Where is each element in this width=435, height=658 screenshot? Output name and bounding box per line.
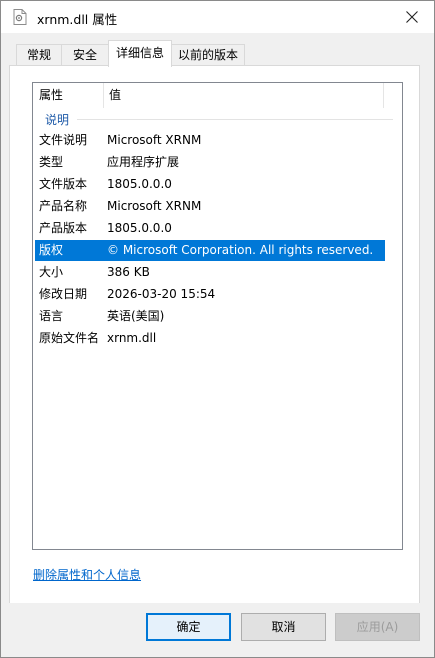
property-name: 语言	[39, 309, 64, 323]
table-row[interactable]: 文件说明 Microsoft XRNM	[35, 130, 385, 151]
property-value: 1805.0.0.0	[107, 221, 172, 235]
property-name: 类型	[39, 155, 64, 169]
tab-general[interactable]: 常规	[16, 44, 62, 66]
table-row[interactable]: 类型 应用程序扩展	[35, 152, 385, 173]
properties-window: xrnm.dll 属性 常规 安全 详细信息 以前的版本 属性 值 说明 文件说…	[0, 0, 435, 658]
title-bar[interactable]: xrnm.dll 属性	[1, 1, 434, 33]
tab-details[interactable]: 详细信息	[108, 40, 172, 67]
tab-strip: 常规 安全 详细信息 以前的版本	[1, 33, 434, 67]
property-value: © Microsoft Corporation. All rights rese…	[107, 243, 374, 257]
window-title: xrnm.dll 属性	[37, 12, 118, 27]
table-row[interactable]: 语言 英语(美国)	[35, 306, 385, 327]
property-value: 英语(美国)	[107, 309, 165, 323]
property-value: xrnm.dll	[107, 331, 157, 345]
column-header-property[interactable]: 属性	[39, 83, 63, 108]
table-row[interactable]: 大小 386 KB	[35, 262, 385, 283]
details-list[interactable]: 属性 值 说明 文件说明 Microsoft XRNM 类型 应用程序扩展 文件…	[32, 82, 403, 550]
remove-properties-link[interactable]: 删除属性和个人信息	[33, 566, 141, 583]
cancel-button[interactable]: 取消	[241, 613, 326, 641]
button-bar: 确定 取消 应用(A)	[1, 603, 434, 657]
group-divider	[77, 119, 393, 120]
property-value: 386 KB	[107, 265, 150, 279]
tab-security[interactable]: 安全	[61, 44, 109, 66]
property-value: 2026-03-20 15:54	[107, 287, 216, 301]
table-row[interactable]: 原始文件名 xrnm.dll	[35, 328, 385, 349]
column-divider[interactable]	[383, 83, 384, 108]
close-button[interactable]	[390, 1, 434, 33]
table-row[interactable]: 文件版本 1805.0.0.0	[35, 174, 385, 195]
apply-button[interactable]: 应用(A)	[335, 613, 420, 641]
close-icon	[406, 11, 418, 23]
property-name: 产品版本	[39, 221, 88, 235]
property-value: Microsoft XRNM	[107, 133, 202, 147]
details-panel: 属性 值 说明 文件说明 Microsoft XRNM 类型 应用程序扩展 文件…	[9, 65, 420, 604]
property-name: 产品名称	[39, 199, 88, 213]
file-icon	[13, 9, 27, 25]
table-row[interactable]: 修改日期 2026-03-20 15:54	[35, 284, 385, 305]
ok-button[interactable]: 确定	[146, 613, 231, 641]
table-row[interactable]: 产品版本 1805.0.0.0	[35, 218, 385, 239]
property-name: 修改日期	[39, 287, 88, 301]
column-header-value[interactable]: 值	[109, 83, 121, 108]
property-value: 1805.0.0.0	[107, 177, 172, 191]
property-name: 文件版本	[39, 177, 88, 191]
property-name: 原始文件名	[39, 331, 100, 345]
tab-previous-versions[interactable]: 以前的版本	[171, 44, 245, 66]
property-value: Microsoft XRNM	[107, 199, 202, 213]
property-name: 大小	[39, 265, 64, 279]
property-value: 应用程序扩展	[107, 155, 180, 169]
property-name: 文件说明	[39, 133, 88, 147]
property-name: 版权	[39, 243, 64, 257]
table-row-selected[interactable]: 版权 © Microsoft Corporation. All rights r…	[35, 240, 385, 261]
list-header: 属性 值	[33, 83, 402, 108]
table-row[interactable]: 产品名称 Microsoft XRNM	[35, 196, 385, 217]
column-divider[interactable]	[103, 83, 104, 108]
group-label-description: 说明	[45, 113, 70, 127]
